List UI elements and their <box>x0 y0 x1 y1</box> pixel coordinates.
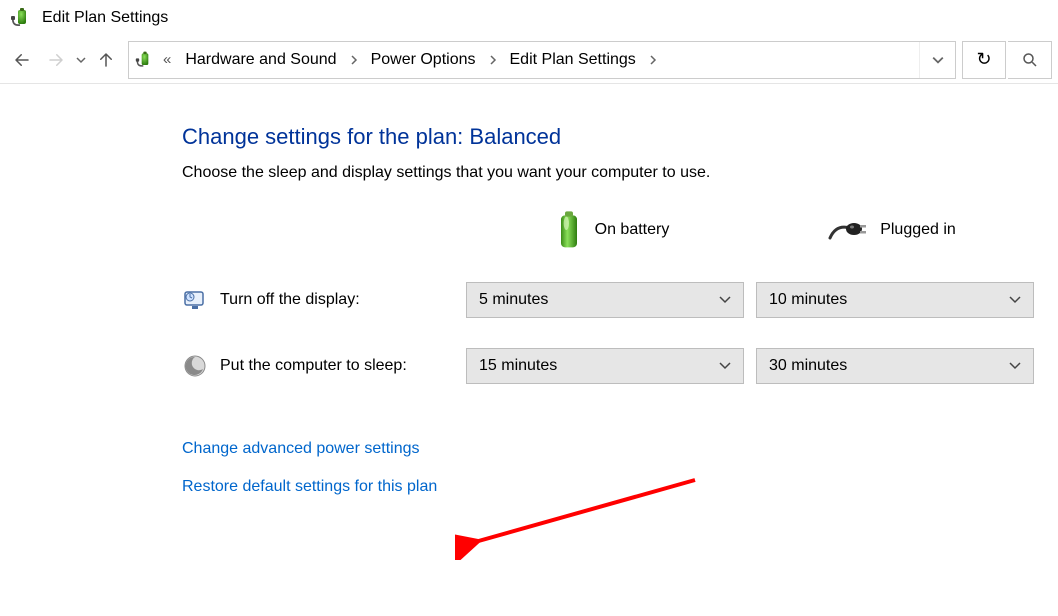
chevron-right-icon[interactable] <box>347 55 361 65</box>
chevron-right-icon[interactable] <box>486 55 500 65</box>
chevron-down-icon <box>1009 357 1021 375</box>
restore-defaults-link[interactable]: Restore default settings for this plan <box>182 478 1058 496</box>
page-subheading: Choose the sleep and display settings th… <box>182 164 1058 182</box>
power-plan-icon <box>135 50 155 70</box>
power-plan-icon <box>10 6 34 30</box>
monitor-icon <box>182 287 208 313</box>
sleep-plugged-value: 30 minutes <box>769 357 847 375</box>
chevron-down-icon <box>719 357 731 375</box>
plug-icon <box>826 214 870 246</box>
window-titlebar: Edit Plan Settings <box>0 0 1058 36</box>
address-bar[interactable]: « Hardware and Sound Power Options Edit … <box>128 41 956 79</box>
setting-label-sleep: Put the computer to sleep: <box>220 357 407 375</box>
breadcrumb-truncation[interactable]: « <box>159 51 175 68</box>
breadcrumb-edit-plan-settings[interactable]: Edit Plan Settings <box>504 51 642 69</box>
recent-locations-button[interactable] <box>74 44 88 76</box>
display-plugged-dropdown[interactable]: 10 minutes <box>756 282 1034 318</box>
refresh-button[interactable]: ↻ <box>962 41 1006 79</box>
window-title: Edit Plan Settings <box>42 9 168 27</box>
column-header-plugged: Plugged in <box>756 208 1026 252</box>
display-battery-dropdown[interactable]: 5 minutes <box>466 282 744 318</box>
moon-icon <box>182 353 208 379</box>
setting-label-display: Turn off the display: <box>220 291 360 309</box>
page-heading: Change settings for the plan: Balanced <box>182 124 1058 150</box>
navigation-bar: « Hardware and Sound Power Options Edit … <box>0 36 1058 84</box>
breadcrumb-power-options[interactable]: Power Options <box>365 51 482 69</box>
up-button[interactable] <box>90 44 122 76</box>
chevron-down-icon <box>719 291 731 309</box>
forward-button <box>40 44 72 76</box>
breadcrumb-hardware-sound[interactable]: Hardware and Sound <box>179 51 342 69</box>
sleep-plugged-dropdown[interactable]: 30 minutes <box>756 348 1034 384</box>
back-button[interactable] <box>6 44 38 76</box>
setting-row-display: Turn off the display: 5 minutes 10 minut… <box>182 282 1058 318</box>
display-battery-value: 5 minutes <box>479 291 548 309</box>
sleep-battery-value: 15 minutes <box>479 357 557 375</box>
column-header-battery: On battery <box>466 208 756 252</box>
content-area: Change settings for the plan: Balanced C… <box>0 84 1058 496</box>
setting-row-sleep: Put the computer to sleep: 15 minutes 30… <box>182 348 1058 384</box>
sleep-battery-dropdown[interactable]: 15 minutes <box>466 348 744 384</box>
display-plugged-value: 10 minutes <box>769 291 847 309</box>
advanced-settings-link[interactable]: Change advanced power settings <box>182 440 1058 458</box>
search-button[interactable] <box>1008 41 1052 79</box>
address-history-button[interactable] <box>919 42 955 78</box>
column-label-plugged: Plugged in <box>880 221 956 239</box>
chevron-down-icon <box>1009 291 1021 309</box>
chevron-right-icon[interactable] <box>646 55 660 65</box>
column-label-battery: On battery <box>595 221 670 239</box>
battery-icon <box>553 208 585 252</box>
